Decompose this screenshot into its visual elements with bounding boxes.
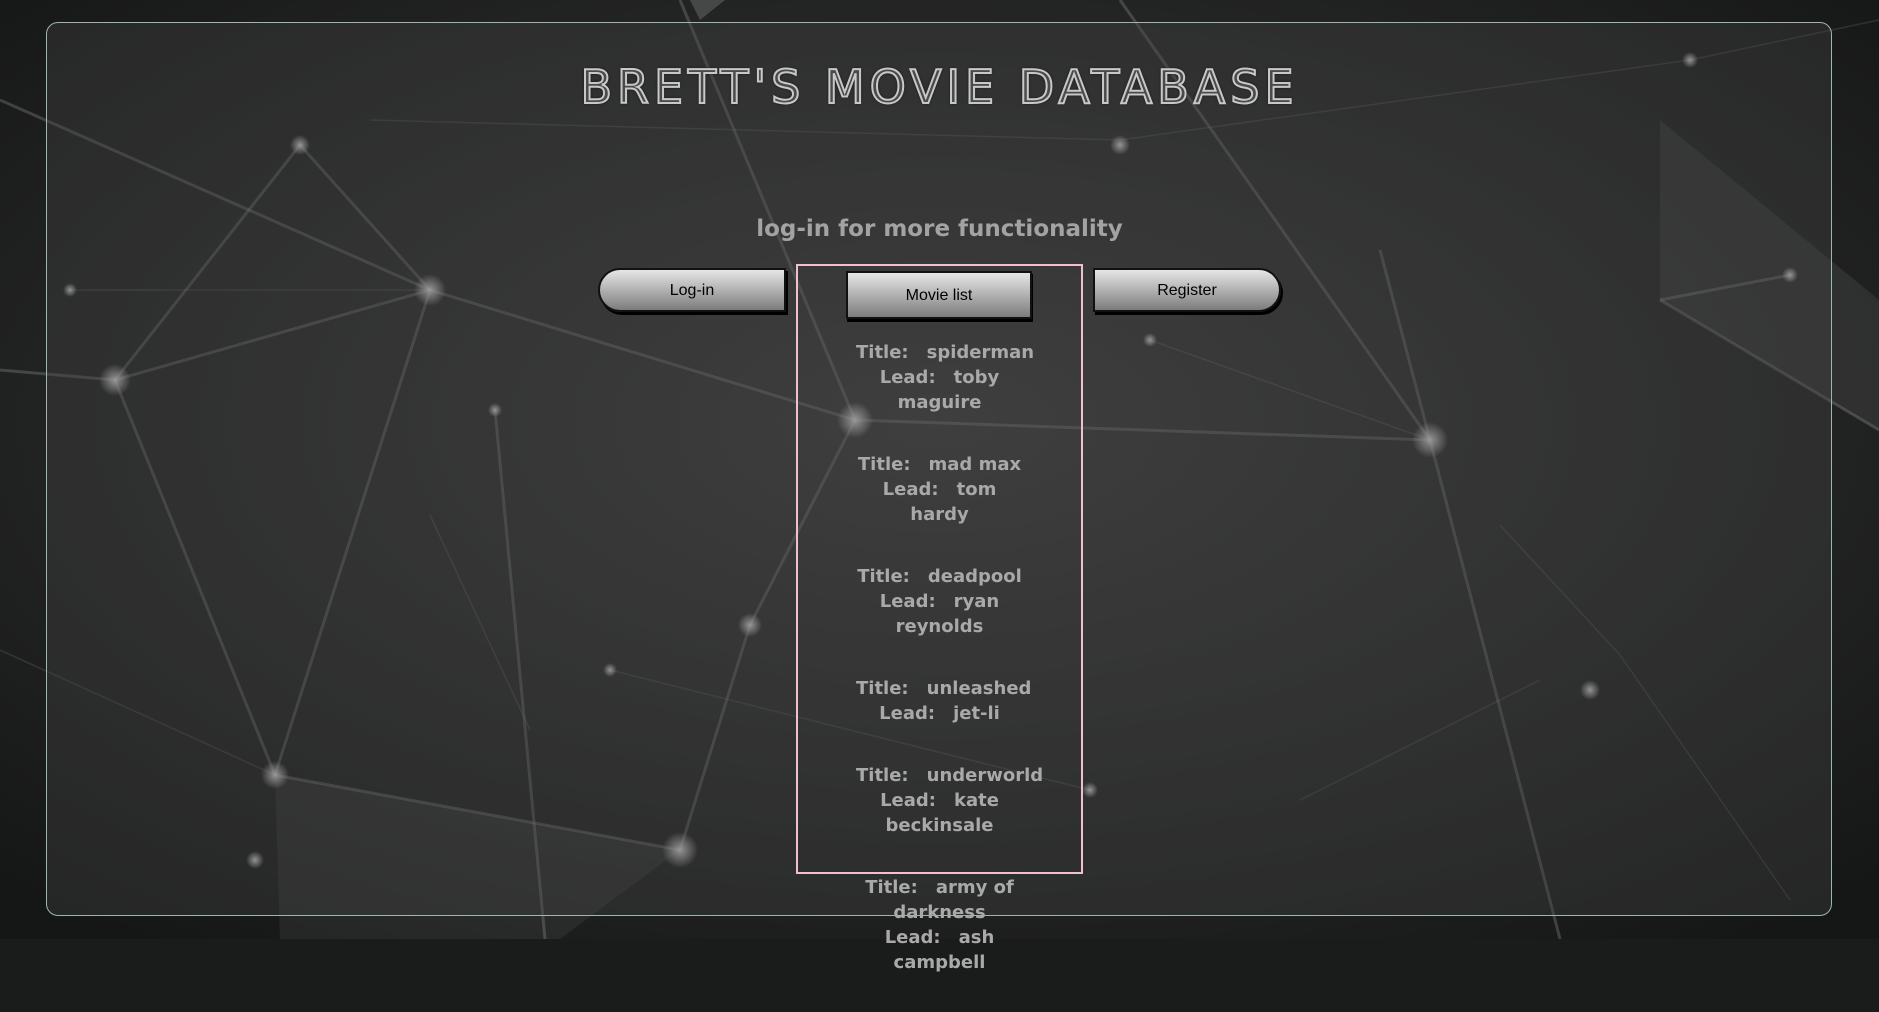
movie-lead-row: Lead: jet-li	[856, 701, 1023, 726]
movie-entry: Title: army of darkness Lead: ash campbell	[796, 875, 1083, 975]
site-title: BRETT'S MOVIE DATABASE	[579, 59, 1299, 115]
lead-label: Lead:	[879, 703, 936, 724]
lead-label: Lead:	[884, 927, 941, 948]
lead-label: Lead:	[880, 790, 936, 811]
movie-title: deadpool	[927, 566, 1022, 587]
title-label: Title:	[857, 566, 910, 587]
movie-title-row: Title: mad max	[856, 452, 1023, 477]
movie-lead: jet-li	[953, 703, 1000, 724]
title-label: Title:	[865, 877, 918, 898]
login-button[interactable]: Log-in	[598, 268, 786, 312]
title-label: Title:	[857, 454, 911, 475]
movie-lead-row: Lead: toby maguire	[856, 365, 1023, 415]
movie-entry: Title: unleashed Lead: jet-li	[796, 676, 1083, 726]
movie-title-row: Title: deadpool	[856, 564, 1023, 589]
movie-entry: Title: underworld Lead: kate beckinsale	[796, 763, 1083, 838]
movie-lead-row: Lead: kate beckinsale	[856, 788, 1023, 838]
movie-lead-row: Lead: tom hardy	[856, 477, 1023, 527]
movie-title: mad max	[928, 454, 1022, 475]
title-label: Title:	[856, 342, 909, 363]
movie-list-button[interactable]: Movie list	[846, 271, 1032, 319]
movie-entry: Title: mad max Lead: tom hardy	[796, 452, 1083, 527]
movie-list: Title: spiderman Lead: toby maguire Title:…	[796, 340, 1083, 1012]
movie-title-row: Title: spiderman	[856, 340, 1034, 365]
movie-entry: Title: spiderman Lead: toby maguire	[796, 340, 1083, 415]
movie-title: underworld	[926, 765, 1044, 786]
lead-label: Lead:	[879, 367, 936, 388]
login-hint: log-in for more functionality	[756, 216, 1123, 242]
movie-title-row: Title: army of darkness	[856, 875, 1023, 925]
movie-title-row: Title: unleashed	[856, 676, 1031, 701]
register-button[interactable]: Register	[1093, 268, 1281, 312]
title-label: Title:	[856, 678, 909, 699]
movie-title: spiderman	[926, 342, 1035, 363]
movie-title-row: Title: underworld	[856, 763, 1043, 788]
title-label: Title:	[856, 765, 909, 786]
lead-label: Lead:	[882, 479, 939, 500]
movie-lead-row: Lead: ash campbell	[856, 925, 1023, 975]
movie-lead-row: Lead: ryan reynolds	[856, 589, 1023, 639]
lead-label: Lead:	[879, 591, 936, 612]
movie-title: unleashed	[926, 678, 1032, 699]
movie-entry: Title: deadpool Lead: ryan reynolds	[796, 564, 1083, 639]
